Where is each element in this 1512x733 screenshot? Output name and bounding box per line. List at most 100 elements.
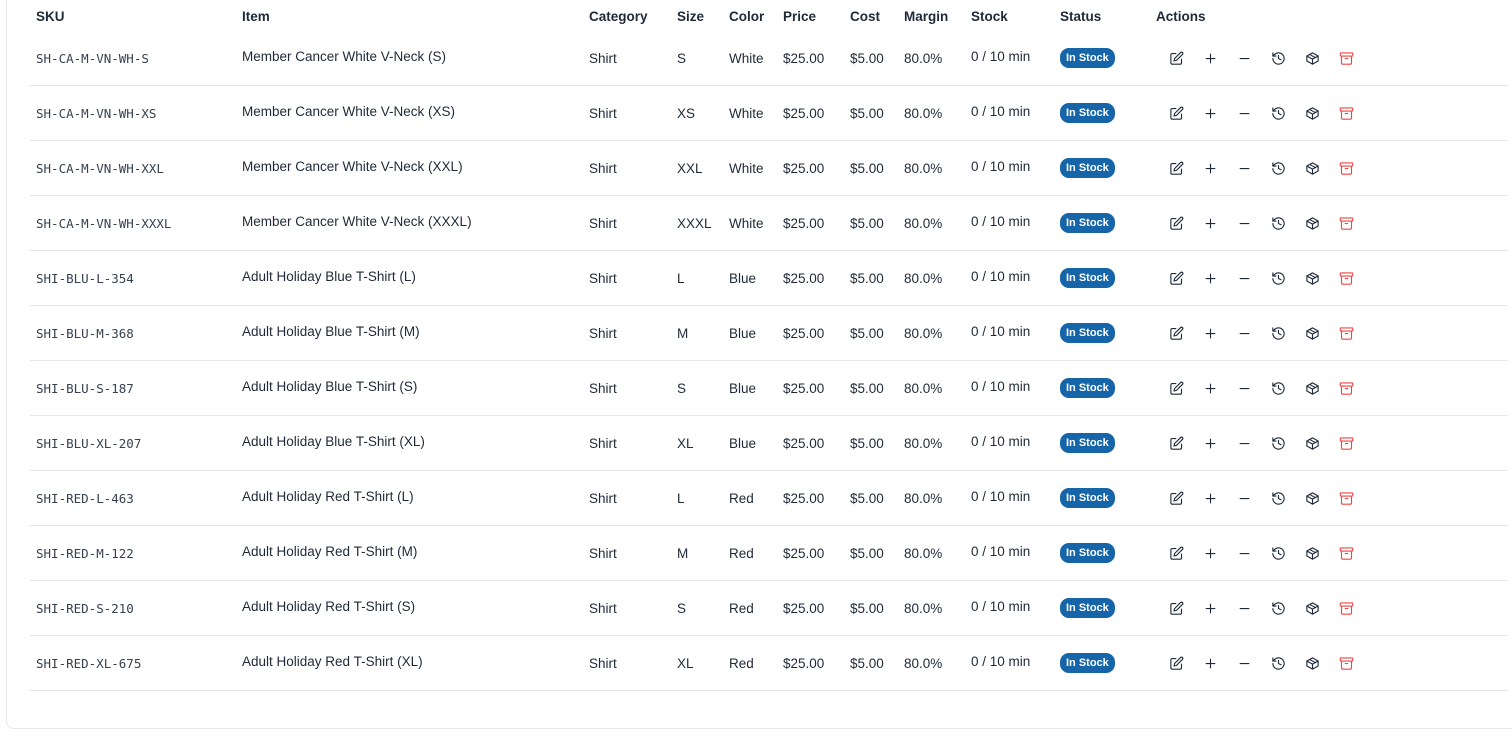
table-row[interactable]: SHI-RED-M-122 Adult Holiday Red T-Shirt …	[30, 525, 1508, 581]
item-name: Member Cancer White V-Neck (XXL)	[242, 158, 463, 174]
cost-cell: $5.00	[844, 31, 898, 86]
column-header-category[interactable]: Category	[583, 1, 671, 31]
status-badge: In Stock	[1060, 488, 1115, 508]
status-cell: In Stock	[1054, 525, 1150, 581]
table-row[interactable]: SHI-BLU-S-187 Adult Holiday Blue T-Shirt…	[30, 360, 1508, 416]
stock-cell: 0 / 10 min	[965, 525, 1054, 581]
status-cell: In Stock	[1054, 31, 1150, 86]
color-cell: Blue	[723, 415, 777, 471]
package-icon	[1305, 161, 1320, 176]
archive-button[interactable]	[1326, 321, 1366, 345]
item-name: Adult Holiday Red T-Shirt (L)	[242, 488, 414, 504]
edit-icon	[1169, 106, 1184, 121]
color-cell: Red	[723, 525, 777, 581]
table-row[interactable]: SHI-RED-S-210 Adult Holiday Red T-Shirt …	[30, 580, 1508, 636]
archive-button[interactable]	[1326, 486, 1366, 510]
archive-icon	[1339, 381, 1354, 396]
color-cell: Red	[723, 470, 777, 526]
item-name-cell: Member Cancer White V-Neck (XXL)	[236, 140, 583, 196]
color-cell: Red	[723, 580, 777, 636]
sku-cell: SHI-BLU-S-187	[30, 360, 236, 416]
column-header-price[interactable]: Price	[777, 1, 844, 31]
plus-icon	[1203, 381, 1218, 396]
table-row[interactable]: SH-CA-M-VN-WH-S Member Cancer White V-Ne…	[30, 31, 1508, 86]
item-name: Member Cancer White V-Neck (S)	[242, 48, 447, 64]
minus-icon	[1237, 491, 1252, 506]
archive-button[interactable]	[1326, 266, 1366, 290]
column-header-status[interactable]: Status	[1054, 1, 1150, 31]
archive-button[interactable]	[1326, 211, 1366, 235]
item-name: Adult Holiday Blue T-Shirt (S)	[242, 378, 418, 394]
archive-icon	[1339, 656, 1354, 671]
edit-icon	[1169, 436, 1184, 451]
row-actions	[1156, 266, 1508, 290]
archive-icon	[1339, 491, 1354, 506]
size-cell: M	[671, 525, 723, 581]
archive-button[interactable]	[1326, 101, 1366, 125]
category-cell: Shirt	[583, 635, 671, 691]
sku-cell: SHI-RED-L-463	[30, 470, 236, 526]
sku-cell: SHI-BLU-L-354	[30, 250, 236, 306]
status-badge: In Stock	[1060, 213, 1115, 233]
table-row[interactable]: SHI-BLU-L-354 Adult Holiday Blue T-Shirt…	[30, 250, 1508, 306]
table-row[interactable]: SH-CA-M-VN-WH-XXL Member Cancer White V-…	[30, 140, 1508, 196]
archive-button[interactable]	[1326, 596, 1366, 620]
archive-button[interactable]	[1326, 46, 1366, 70]
table-row[interactable]: SH-CA-M-VN-WH-XXXL Member Cancer White V…	[30, 195, 1508, 251]
package-icon	[1305, 216, 1320, 231]
column-header-item[interactable]: Item	[236, 1, 583, 31]
stock-cell: 0 / 10 min	[965, 140, 1054, 196]
archive-icon	[1339, 546, 1354, 561]
size-cell: L	[671, 250, 723, 306]
category-cell: Shirt	[583, 580, 671, 636]
category-cell: Shirt	[583, 360, 671, 416]
item-name-cell: Member Cancer White V-Neck (XS)	[236, 85, 583, 141]
stock-cell: 0 / 10 min	[965, 580, 1054, 636]
column-header-color[interactable]: Color	[723, 1, 777, 31]
archive-button[interactable]	[1326, 541, 1366, 565]
stock-value: 0 / 10 min	[971, 158, 1031, 174]
stock-value: 0 / 10 min	[971, 268, 1031, 284]
sku-cell: SH-CA-M-VN-WH-XS	[30, 85, 236, 141]
plus-icon	[1203, 601, 1218, 616]
item-name-cell: Adult Holiday Red T-Shirt (M)	[236, 525, 583, 581]
table-row[interactable]: SHI-BLU-XL-207 Adult Holiday Blue T-Shir…	[30, 415, 1508, 471]
stock-cell: 0 / 10 min	[965, 31, 1054, 86]
minus-icon	[1237, 326, 1252, 341]
cost-cell: $5.00	[844, 250, 898, 306]
price-cell: $25.00	[777, 470, 844, 526]
status-cell: In Stock	[1054, 195, 1150, 251]
size-cell: XL	[671, 635, 723, 691]
table-row[interactable]: SHI-RED-L-463 Adult Holiday Red T-Shirt …	[30, 470, 1508, 526]
row-actions	[1156, 486, 1508, 510]
price-cell: $25.00	[777, 415, 844, 471]
archive-button[interactable]	[1326, 651, 1366, 675]
column-header-cost[interactable]: Cost	[844, 1, 898, 31]
actions-cell	[1150, 305, 1508, 361]
row-actions	[1156, 541, 1508, 565]
column-header-size[interactable]: Size	[671, 1, 723, 31]
row-actions	[1156, 211, 1508, 235]
table-row[interactable]: SH-CA-M-VN-WH-XS Member Cancer White V-N…	[30, 85, 1508, 141]
actions-cell	[1150, 635, 1508, 691]
archive-icon	[1339, 216, 1354, 231]
table-row[interactable]: SHI-BLU-M-368 Adult Holiday Blue T-Shirt…	[30, 305, 1508, 361]
column-header-stock[interactable]: Stock	[965, 1, 1054, 31]
archive-button[interactable]	[1326, 156, 1366, 180]
table-row[interactable]: SHI-RED-XL-675 Adult Holiday Red T-Shirt…	[30, 635, 1508, 691]
column-header-margin[interactable]: Margin	[898, 1, 965, 31]
margin-cell: 80.0%	[898, 415, 965, 471]
history-icon	[1271, 161, 1286, 176]
archive-button[interactable]	[1326, 431, 1366, 455]
margin-cell: 80.0%	[898, 250, 965, 306]
column-header-sku[interactable]: SKU	[30, 1, 236, 31]
sku-cell: SHI-RED-M-122	[30, 525, 236, 581]
plus-icon	[1203, 656, 1218, 671]
stock-value: 0 / 10 min	[971, 378, 1031, 394]
minus-icon	[1237, 271, 1252, 286]
stock-cell: 0 / 10 min	[965, 470, 1054, 526]
status-badge: In Stock	[1060, 323, 1115, 343]
archive-icon	[1339, 436, 1354, 451]
size-cell: S	[671, 31, 723, 86]
archive-button[interactable]	[1326, 376, 1366, 400]
